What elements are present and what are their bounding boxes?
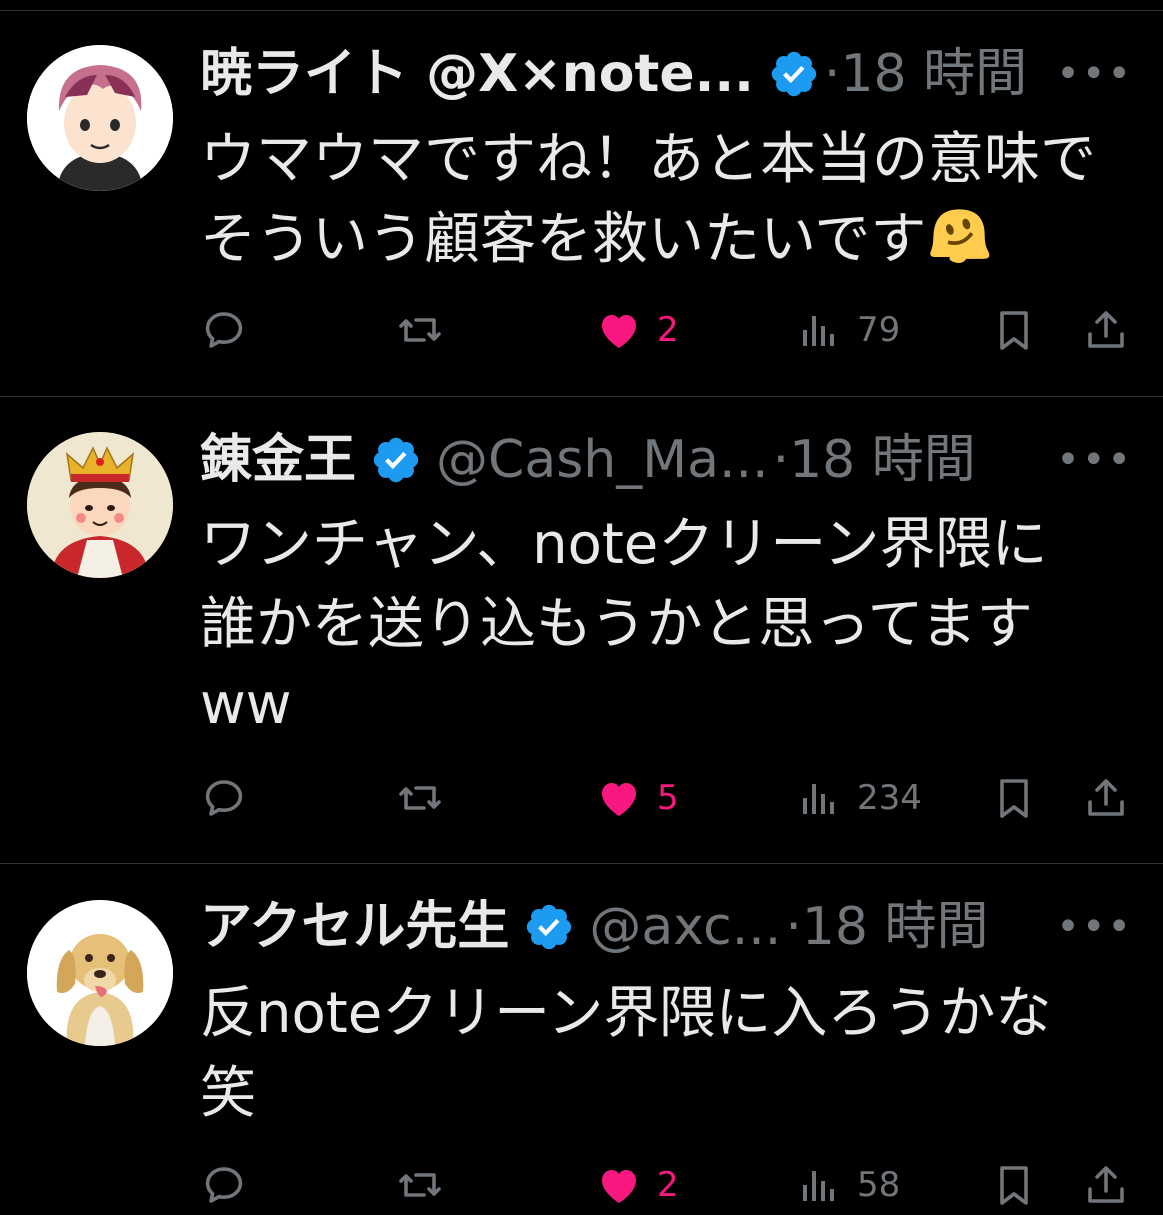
like-count: 2: [657, 1165, 679, 1205]
verified-icon: [771, 51, 817, 97]
reply-icon: [205, 780, 243, 816]
views-button[interactable]: 79: [795, 300, 900, 360]
timestamp[interactable]: 18 時間: [789, 425, 976, 495]
views-count: 58: [857, 1165, 901, 1205]
tweet-header: 錬金王 @Cash_Ma... · 18 時間 •••: [200, 425, 1133, 495]
tweet-text: ワンチャン、noteクリーン界隈に 誰かを送り込もうかと思ってます ww: [200, 512, 1048, 737]
views-icon: [803, 1171, 834, 1201]
verified-icon: [373, 437, 419, 483]
retweet-button[interactable]: [396, 1155, 444, 1215]
reply-icon: [205, 1167, 243, 1203]
bookmark-icon: [1000, 779, 1028, 818]
timestamp[interactable]: 18 時間: [840, 39, 1027, 109]
bookmark-icon: [1000, 311, 1028, 350]
views-icon: [803, 784, 834, 814]
share-button[interactable]: [1082, 300, 1130, 360]
action-bar: 2 58: [0, 1155, 1163, 1215]
like-button[interactable]: 5: [595, 768, 679, 828]
bookmark-icon: [1000, 1166, 1028, 1205]
tweet[interactable]: 暁ライト @X×note... · 18 時間 ••• ウマウマですね！あと本当…: [0, 10, 1163, 397]
action-bar: 5 234: [0, 768, 1163, 828]
user-handle[interactable]: @Cash_Ma...: [436, 425, 769, 495]
share-button[interactable]: [1082, 768, 1130, 828]
bookmark-button[interactable]: [990, 768, 1038, 828]
more-icon[interactable]: •••: [1056, 425, 1133, 495]
share-icon: [1088, 311, 1124, 348]
display-name[interactable]: アクセル先生: [200, 892, 509, 962]
avatar[interactable]: [27, 45, 173, 191]
views-button[interactable]: 58: [795, 1155, 900, 1215]
separator-dot: ·: [772, 430, 790, 490]
like-count: 2: [657, 310, 679, 350]
views-count: 79: [857, 310, 901, 350]
retweet-button[interactable]: [396, 768, 444, 828]
tweet-header: アクセル先生 @axc... · 18 時間 •••: [200, 892, 1133, 962]
bookmark-button[interactable]: [990, 300, 1038, 360]
like-button[interactable]: 2: [595, 300, 679, 360]
display-name[interactable]: 錬金王: [200, 425, 356, 495]
avatar[interactable]: [27, 900, 173, 1046]
retweet-button[interactable]: [396, 300, 444, 360]
share-button[interactable]: [1082, 1155, 1130, 1215]
like-icon: [602, 1170, 636, 1203]
retweet-icon: [399, 318, 441, 342]
action-bar: 2 79: [0, 300, 1163, 360]
avatar[interactable]: [27, 432, 173, 578]
separator-dot: ·: [823, 44, 841, 104]
share-icon: [1088, 1166, 1124, 1203]
like-icon: [602, 315, 636, 348]
bookmark-button[interactable]: [990, 1155, 1038, 1215]
display-name[interactable]: 暁ライト @X×note...: [200, 39, 754, 109]
timestamp[interactable]: 18 時間: [802, 892, 989, 962]
more-icon[interactable]: •••: [1056, 39, 1133, 109]
user-handle[interactable]: @axc...: [589, 892, 781, 962]
verified-icon: [527, 904, 572, 950]
tweet-text: ウマウマですね！あと本当の意味で そういう顧客を救いたいです: [200, 120, 1150, 280]
tweet[interactable]: アクセル先生 @axc... · 18 時間 ••• 反noteクリーン界隈に入…: [0, 864, 1163, 1205]
reply-button[interactable]: [200, 1155, 248, 1215]
reply-button[interactable]: [200, 300, 248, 360]
melting-face-emoji: [930, 209, 990, 263]
tweet-header: 暁ライト @X×note... · 18 時間 •••: [200, 39, 1133, 109]
tweet-text: 反noteクリーン界隈に入ろうかな 笑: [200, 981, 1052, 1126]
views-count: 234: [857, 778, 922, 818]
retweet-icon: [399, 786, 441, 810]
more-icon[interactable]: •••: [1056, 892, 1133, 962]
like-count: 5: [657, 778, 679, 818]
like-button[interactable]: 2: [595, 1155, 679, 1215]
retweet-icon: [399, 1173, 441, 1197]
views-icon: [803, 316, 834, 346]
reply-button[interactable]: [200, 768, 248, 828]
views-button[interactable]: 234: [795, 768, 922, 828]
reply-icon: [205, 312, 243, 348]
like-icon: [602, 783, 636, 816]
tweet[interactable]: 錬金王 @Cash_Ma... · 18 時間 ••• ワンチャン、noteクリ…: [0, 397, 1163, 864]
share-icon: [1088, 779, 1124, 816]
separator-dot: ·: [785, 897, 802, 957]
